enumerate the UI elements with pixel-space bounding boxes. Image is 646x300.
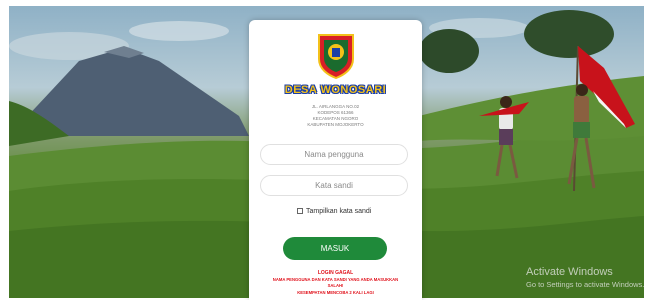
village-emblem-logo — [318, 34, 354, 79]
login-screen: DESA WONOSARI JL. AIRLANGGA NO.02 KODEPO… — [0, 0, 646, 300]
show-password-toggle[interactable]: Tampilkan kata sandi — [297, 206, 371, 216]
activate-windows-watermark-title: Activate Windows — [526, 266, 613, 278]
show-password-checkbox[interactable] — [297, 208, 303, 214]
login-attempts-remaining: KESEMPATAN MENCOBA 2 KALI LAGI — [297, 290, 374, 295]
password-input[interactable] — [260, 175, 408, 196]
show-password-label: Tampilkan kata sandi — [306, 207, 372, 215]
username-input[interactable] — [260, 144, 408, 165]
village-name-title: DESA WONOSARI — [284, 84, 387, 96]
login-card: DESA WONOSARI JL. AIRLANGGA NO.02 KODEPO… — [249, 20, 422, 300]
address-line-regency: KABUPATEN MOJOKERTO — [307, 122, 364, 127]
login-error-message: NAMA PENGGUNA DAN KATA SANDI YANG ANDA M… — [272, 277, 399, 282]
login-error-title: LOGIN GAGAL — [317, 270, 354, 276]
login-error-message-suffix: SALAH! — [327, 283, 344, 288]
login-submit-button[interactable]: MASUK — [283, 237, 387, 260]
activate-windows-watermark-subtitle: Go to Settings to activate Windows. — [526, 280, 645, 289]
